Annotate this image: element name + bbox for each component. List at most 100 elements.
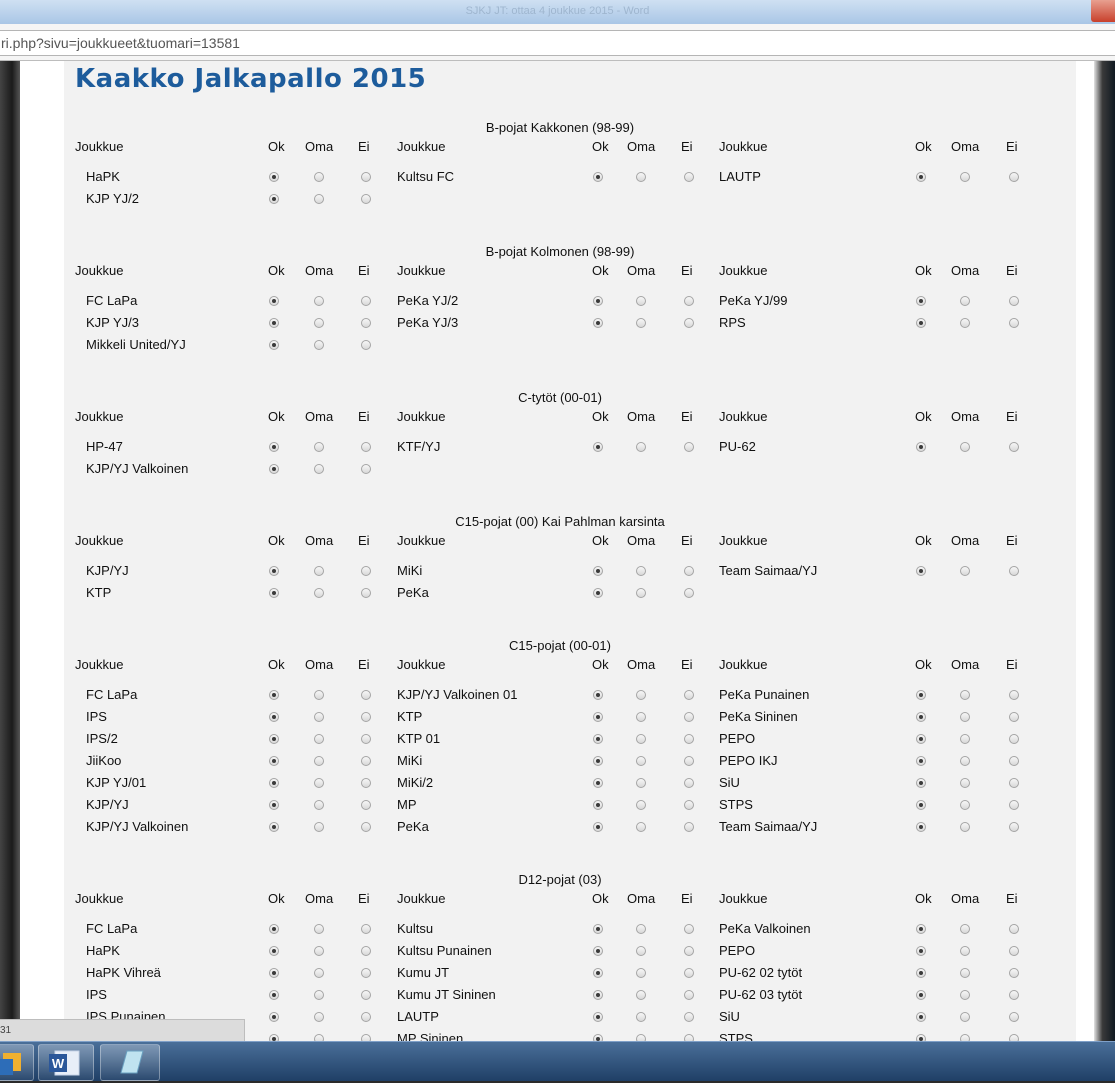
radio-oma[interactable] (960, 800, 970, 810)
radio-oma[interactable] (314, 172, 324, 182)
radio-oma[interactable] (636, 800, 646, 810)
url-field[interactable]: ri.php?sivu=joukkueet&tuomari=13581 (0, 30, 1115, 56)
radio-ei[interactable] (361, 318, 371, 328)
radio-oma[interactable] (960, 318, 970, 328)
radio-oma[interactable] (636, 756, 646, 766)
radio-oma[interactable] (636, 968, 646, 978)
radio-ok[interactable] (593, 924, 603, 934)
radio-ok[interactable] (269, 464, 279, 474)
radio-ei[interactable] (684, 734, 694, 744)
radio-ok[interactable] (916, 712, 926, 722)
radio-oma[interactable] (636, 1034, 646, 1041)
radio-ok[interactable] (916, 734, 926, 744)
radio-ei[interactable] (361, 924, 371, 934)
radio-ok[interactable] (593, 822, 603, 832)
radio-ei[interactable] (361, 968, 371, 978)
radio-ei[interactable] (684, 296, 694, 306)
radio-oma[interactable] (960, 690, 970, 700)
radio-ok[interactable] (593, 946, 603, 956)
radio-ok[interactable] (593, 712, 603, 722)
radio-oma[interactable] (960, 296, 970, 306)
radio-ei[interactable] (1009, 1012, 1019, 1022)
radio-oma[interactable] (314, 800, 324, 810)
radio-ok[interactable] (593, 588, 603, 598)
radio-oma[interactable] (636, 778, 646, 788)
radio-ok[interactable] (593, 296, 603, 306)
radio-ok[interactable] (916, 778, 926, 788)
radio-oma[interactable] (636, 822, 646, 832)
radio-oma[interactable] (314, 194, 324, 204)
radio-oma[interactable] (960, 442, 970, 452)
radio-ok[interactable] (916, 566, 926, 576)
radio-oma[interactable] (636, 712, 646, 722)
radio-ok[interactable] (269, 924, 279, 934)
radio-ei[interactable] (684, 588, 694, 598)
word-icon[interactable]: W (38, 1044, 94, 1081)
radio-ok[interactable] (916, 1034, 926, 1041)
radio-oma[interactable] (636, 566, 646, 576)
radio-oma[interactable] (960, 1012, 970, 1022)
radio-ok[interactable] (269, 778, 279, 788)
radio-ei[interactable] (684, 690, 694, 700)
radio-ok[interactable] (593, 990, 603, 1000)
radio-oma[interactable] (314, 924, 324, 934)
radio-ei[interactable] (684, 172, 694, 182)
radio-ei[interactable] (1009, 712, 1019, 722)
radio-ok[interactable] (916, 296, 926, 306)
radio-oma[interactable] (960, 778, 970, 788)
radio-oma[interactable] (314, 990, 324, 1000)
radio-ei[interactable] (684, 318, 694, 328)
radio-ok[interactable] (269, 822, 279, 832)
radio-oma[interactable] (314, 340, 324, 350)
radio-oma[interactable] (314, 1034, 324, 1041)
radio-oma[interactable] (636, 990, 646, 1000)
radio-ei[interactable] (361, 822, 371, 832)
radio-ok[interactable] (593, 172, 603, 182)
radio-oma[interactable] (314, 778, 324, 788)
radio-oma[interactable] (636, 1012, 646, 1022)
radio-ok[interactable] (593, 968, 603, 978)
radio-ei[interactable] (1009, 442, 1019, 452)
radio-ei[interactable] (361, 990, 371, 1000)
radio-ei[interactable] (684, 800, 694, 810)
radio-oma[interactable] (314, 690, 324, 700)
radio-ok[interactable] (269, 800, 279, 810)
radio-oma[interactable] (636, 172, 646, 182)
radio-ok[interactable] (593, 800, 603, 810)
radio-oma[interactable] (960, 734, 970, 744)
radio-ok[interactable] (593, 734, 603, 744)
radio-ei[interactable] (1009, 778, 1019, 788)
radio-ok[interactable] (593, 442, 603, 452)
radio-ok[interactable] (269, 588, 279, 598)
radio-ei[interactable] (361, 946, 371, 956)
radio-ei[interactable] (361, 194, 371, 204)
radio-ei[interactable] (1009, 968, 1019, 978)
radio-ok[interactable] (593, 318, 603, 328)
radio-oma[interactable] (314, 756, 324, 766)
radio-ei[interactable] (684, 968, 694, 978)
radio-ei[interactable] (361, 1034, 371, 1041)
radio-ei[interactable] (361, 340, 371, 350)
radio-ok[interactable] (593, 690, 603, 700)
radio-ok[interactable] (916, 318, 926, 328)
radio-oma[interactable] (314, 1012, 324, 1022)
radio-ok[interactable] (916, 172, 926, 182)
radio-ok[interactable] (269, 690, 279, 700)
radio-oma[interactable] (314, 588, 324, 598)
radio-ei[interactable] (1009, 734, 1019, 744)
radio-oma[interactable] (314, 822, 324, 832)
radio-oma[interactable] (636, 924, 646, 934)
radio-ei[interactable] (361, 1012, 371, 1022)
radio-ok[interactable] (269, 990, 279, 1000)
radio-ok[interactable] (269, 566, 279, 576)
radio-oma[interactable] (960, 990, 970, 1000)
radio-ei[interactable] (684, 756, 694, 766)
radio-ok[interactable] (593, 1034, 603, 1041)
radio-ok[interactable] (916, 1012, 926, 1022)
radio-ok[interactable] (269, 172, 279, 182)
radio-ok[interactable] (916, 442, 926, 452)
radio-ok[interactable] (269, 318, 279, 328)
radio-ei[interactable] (361, 756, 371, 766)
radio-ok[interactable] (269, 442, 279, 452)
radio-ei[interactable] (684, 566, 694, 576)
